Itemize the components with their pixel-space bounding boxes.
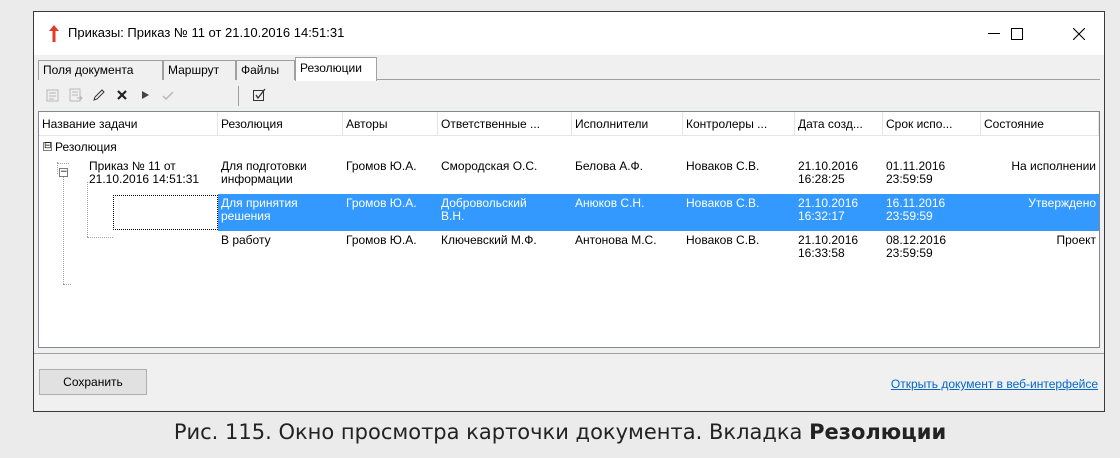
tab-strip: Поля документа Маршрут Файлы Резолюции [38, 57, 1100, 81]
cell-executors: Анюков С.Н. [575, 196, 645, 210]
close-icon [1073, 27, 1085, 40]
cell-controllers: Новаков С.В. [686, 159, 760, 173]
cell-deadline: 08.12.2016 23:59:59 [886, 233, 947, 260]
edit-pencil-icon [91, 87, 107, 106]
col-header-created[interactable]: Дата созд... [795, 112, 883, 136]
cell-state: Проект [1056, 233, 1096, 247]
col-header-resolution[interactable]: Резолюция [218, 112, 343, 136]
close-button[interactable] [1056, 12, 1102, 55]
play-icon [137, 87, 153, 106]
table-row[interactable]: Приказ № 11 от 21.10.2016 14:51:31 Для п… [39, 157, 1099, 194]
cell-state: На исполнении [1011, 159, 1096, 173]
group-label: Резолюция [55, 140, 117, 154]
col-header-responsible[interactable]: Ответственные ... [438, 112, 572, 136]
cell-resolution: В работу [221, 233, 271, 247]
mark-button[interactable] [248, 85, 270, 107]
document-card-window: Приказы: Приказ № 11 от 21.10.2016 14:51… [33, 11, 1105, 412]
tab-route[interactable]: Маршрут [163, 60, 236, 80]
col-header-deadline[interactable]: Срок испо... [883, 112, 981, 136]
maximize-button[interactable] [994, 12, 1040, 55]
cell-resolution: Для принятия решения [221, 196, 298, 223]
group-row-resolution[interactable]: ⊟ Резолюция [39, 137, 339, 157]
col-header-task[interactable]: Название задачи [39, 112, 218, 136]
cell-controllers: Новаков С.В. [686, 233, 760, 247]
copy-resolution-icon [68, 87, 84, 106]
cell-created: 21.10.2016 16:28:25 [798, 159, 859, 186]
title-bar[interactable]: Приказы: Приказ № 11 от 21.10.2016 14:51… [34, 12, 1104, 55]
cell-authors: Громов Ю.А. [346, 159, 417, 173]
figure-caption: Рис. 115. Окно просмотра карточки докуме… [0, 420, 1120, 444]
delete-x-icon [114, 87, 130, 106]
table-row[interactable]: В работу Громов Ю.А. Ключевский М.Ф. Ант… [39, 231, 1099, 268]
checkbox-edit-icon [251, 87, 267, 106]
caption-bold: Резолюции [809, 420, 947, 444]
delete-button[interactable] [111, 85, 133, 107]
col-header-executors[interactable]: Исполнители [572, 112, 683, 136]
save-button[interactable]: Сохранить [39, 369, 147, 395]
copy-resolution-button[interactable] [65, 85, 87, 107]
footer-divider [34, 353, 1104, 354]
cell-authors: Громов Ю.А. [346, 233, 417, 247]
collapse-icon[interactable]: ⊟ [43, 142, 52, 151]
cell-responsible: Ключевский М.Ф. [441, 233, 537, 247]
red-arrow-up-icon [46, 23, 62, 43]
tab-document-fields[interactable]: Поля документа [38, 60, 163, 80]
cell-created: 21.10.2016 16:32:17 [798, 196, 859, 223]
toolbar-separator [238, 86, 239, 106]
cell-executors: Белова А.Ф. [575, 159, 644, 173]
tab-resolutions[interactable]: Резолюции [295, 57, 377, 81]
tab-files[interactable]: Файлы [236, 60, 295, 80]
cell-deadline: 16.11.2016 23:59:59 [886, 196, 946, 223]
cell-resolution: Для подготовки информации [221, 159, 307, 186]
resolutions-grid[interactable]: Название задачи Резолюция Авторы Ответст… [38, 111, 1100, 348]
col-header-authors[interactable]: Авторы [343, 112, 438, 136]
approve-check-icon [160, 87, 176, 106]
col-header-controllers[interactable]: Контролеры ... [683, 112, 795, 136]
tree-connector [63, 284, 71, 285]
cell-task: Приказ № 11 от 21.10.2016 14:51:31 [89, 159, 200, 186]
cell-responsible: Смородская О.С. [441, 159, 538, 173]
table-row-selected[interactable]: Для принятия решения Громов Ю.А. Доброво… [39, 194, 1099, 231]
cell-controllers: Новаков С.В. [686, 196, 760, 210]
cell-responsible: Добровольский В.Н. [441, 196, 527, 223]
col-header-state[interactable]: Состояние [981, 112, 1099, 136]
cell-state: Утверждено [1028, 196, 1096, 210]
caption-text: Рис. 115. Окно просмотра карточки докуме… [173, 420, 810, 444]
edit-button[interactable] [88, 85, 110, 107]
cell-authors: Громов Ю.А. [346, 196, 417, 210]
toolbar [38, 82, 1100, 108]
add-resolution-button[interactable] [42, 85, 64, 107]
add-resolution-icon [45, 87, 61, 106]
approve-button[interactable] [157, 85, 179, 107]
maximize-icon [1011, 27, 1023, 40]
start-button[interactable] [134, 85, 156, 107]
focus-rectangle [113, 195, 218, 230]
cell-created: 21.10.2016 16:33:58 [798, 233, 859, 260]
window-title: Приказы: Приказ № 11 от 21.10.2016 14:51… [68, 25, 345, 40]
cell-executors: Антонова М.С. [575, 233, 657, 247]
cell-deadline: 01.11.2016 23:59:59 [886, 159, 946, 186]
open-web-link[interactable]: Открыть документ в веб-интерфейсе [891, 377, 1098, 391]
